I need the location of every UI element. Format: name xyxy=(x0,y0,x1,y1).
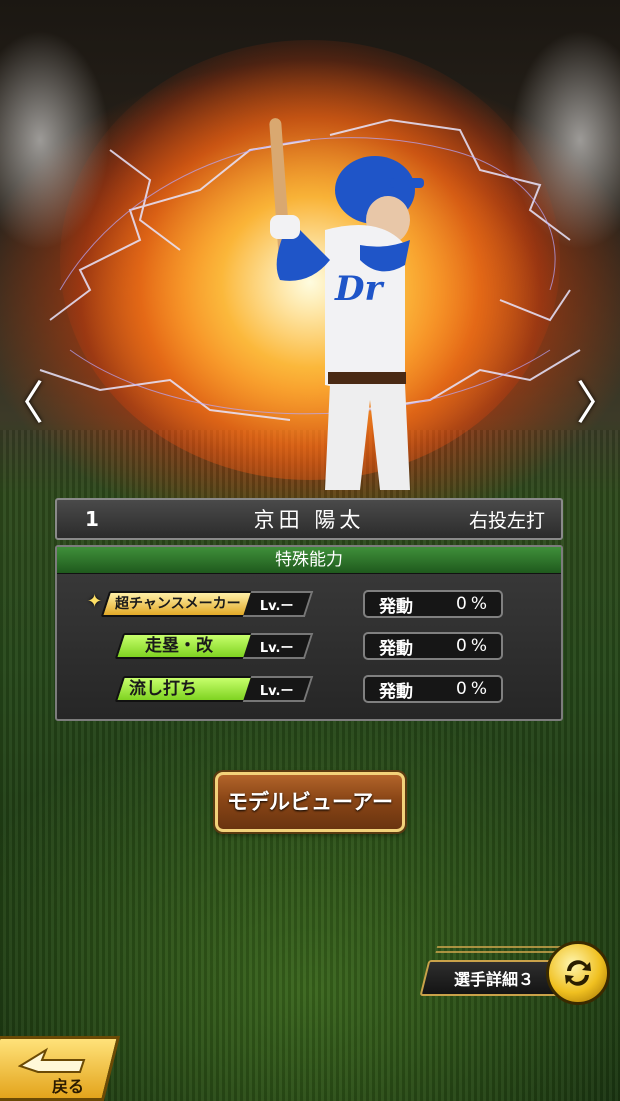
skill-level-text: Lv.ー xyxy=(260,640,294,656)
activation-label: 発動 xyxy=(379,596,413,617)
skill-badge: 流し打ち xyxy=(114,676,260,702)
skill-name: 流し打ち xyxy=(129,679,197,699)
chevron-left-icon[interactable]: 〈 xyxy=(0,378,44,428)
back-arrow-icon xyxy=(18,1047,86,1073)
player-figure: Dr xyxy=(269,118,424,490)
batting-throwing-hand: 右投左打 xyxy=(468,509,545,532)
special-abilities-panel: 特殊能力 ✦ 超チャンスメーカー Lv.ー 発動 0% 走塁・改 Lv.ー 発動… xyxy=(55,545,563,721)
activation-value: 0% xyxy=(456,679,491,699)
skill-level-text: Lv.ー xyxy=(260,683,294,699)
sparkle-icon: ✦ xyxy=(87,591,103,612)
skill-level-text: Lv.ー xyxy=(260,598,294,614)
skill-level: Lv.ー xyxy=(242,676,314,702)
skill-badge: 走塁・改 xyxy=(114,633,260,659)
skill-name: 超チャンスメーカー xyxy=(115,596,241,612)
detail-decoration xyxy=(434,946,568,956)
ability-row[interactable]: 走塁・改 Lv.ー 発動 0% xyxy=(57,632,561,662)
ability-row[interactable]: 流し打ち Lv.ー 発動 0% xyxy=(57,675,561,705)
svg-text:Dr: Dr xyxy=(334,269,384,309)
model-viewer-button[interactable]: モデルビューアー xyxy=(215,772,405,832)
skill-level: Lv.ー xyxy=(242,633,314,659)
swap-arrows-icon[interactable] xyxy=(546,941,610,1005)
skill-level: Lv.ー xyxy=(242,591,314,617)
back-label: 戻る xyxy=(52,1077,85,1096)
activation-rate: 発動 0% xyxy=(363,675,503,703)
skill-badge: 超チャンスメーカー xyxy=(100,591,260,617)
special-abilities-title: 特殊能力 xyxy=(57,547,561,574)
activation-label: 発動 xyxy=(379,638,413,659)
player-name-bar: 1 京田 陽太 右投左打 xyxy=(55,498,563,540)
player-detail-label: 選手詳細３ xyxy=(453,970,534,989)
activation-rate: 発動 0% xyxy=(363,590,503,618)
activation-rate: 発動 0% xyxy=(363,632,503,660)
activation-value: 0% xyxy=(456,636,491,656)
ability-row[interactable]: ✦ 超チャンスメーカー Lv.ー 発動 0% xyxy=(57,590,561,620)
activation-value: 0% xyxy=(456,594,491,614)
activation-label: 発動 xyxy=(379,681,413,702)
chevron-right-icon[interactable]: 〉 xyxy=(576,378,620,428)
skill-name: 走塁・改 xyxy=(145,636,213,656)
